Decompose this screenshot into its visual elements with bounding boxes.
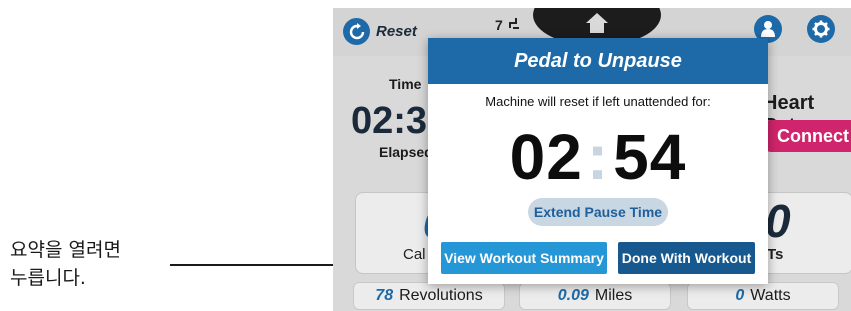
profile-icon (761, 21, 775, 37)
metric-right-value: 0 (765, 195, 791, 247)
reset-button[interactable]: Reset (343, 18, 417, 45)
miles-value: 0.09 (557, 287, 589, 304)
done-with-workout-button[interactable]: Done With Workout (618, 242, 755, 274)
dialog-title: Pedal to Unpause (428, 38, 768, 84)
countdown-timer: 02:54 (428, 120, 768, 194)
elapsed-label: Elapsed (379, 144, 433, 160)
revolutions-stat: 78 Revolutions (353, 282, 505, 310)
countdown-minutes: 02 (509, 121, 583, 193)
view-workout-summary-button[interactable]: View Workout Summary (441, 242, 607, 274)
extend-pause-button[interactable]: Extend Pause Time (528, 198, 668, 226)
gear-ratio-icon (508, 18, 519, 29)
connect-button[interactable]: Connect (765, 120, 851, 152)
gear-ratio-value: 7 (495, 17, 503, 33)
miles-stat: 0.09 Miles (519, 282, 671, 310)
miles-label: Miles (594, 287, 633, 304)
metric-right-label: Ts (767, 246, 784, 263)
dialog-message: Machine will reset if left unattended fo… (485, 94, 711, 109)
reset-icon (343, 18, 370, 45)
watts-label: Watts (750, 287, 791, 304)
calories-label: Cal (403, 246, 426, 263)
countdown-seconds: 54 (613, 121, 687, 193)
settings-button[interactable] (807, 15, 835, 43)
home-icon[interactable] (585, 12, 609, 34)
time-title: Time (389, 76, 422, 92)
gear-ratio-indicator: 7 (495, 16, 521, 33)
time-value: 02:3 (351, 100, 428, 142)
annotation-callout: 요약을 열려면 누릅니다. (0, 0, 440, 311)
reset-label: Reset (376, 23, 417, 40)
watts-value: 0 (735, 287, 745, 304)
device-screen: Reset 7 Time 02:3 Elapsed Heart Connect … (333, 8, 851, 311)
revolutions-value: 78 (375, 287, 394, 304)
pause-dialog: Pedal to Unpause Machine will reset if l… (428, 38, 768, 284)
revolutions-label: Revolutions (399, 287, 483, 304)
watts-stat: 0 Watts (687, 282, 839, 310)
countdown-separator: : (586, 121, 610, 193)
gear-icon (812, 20, 830, 38)
